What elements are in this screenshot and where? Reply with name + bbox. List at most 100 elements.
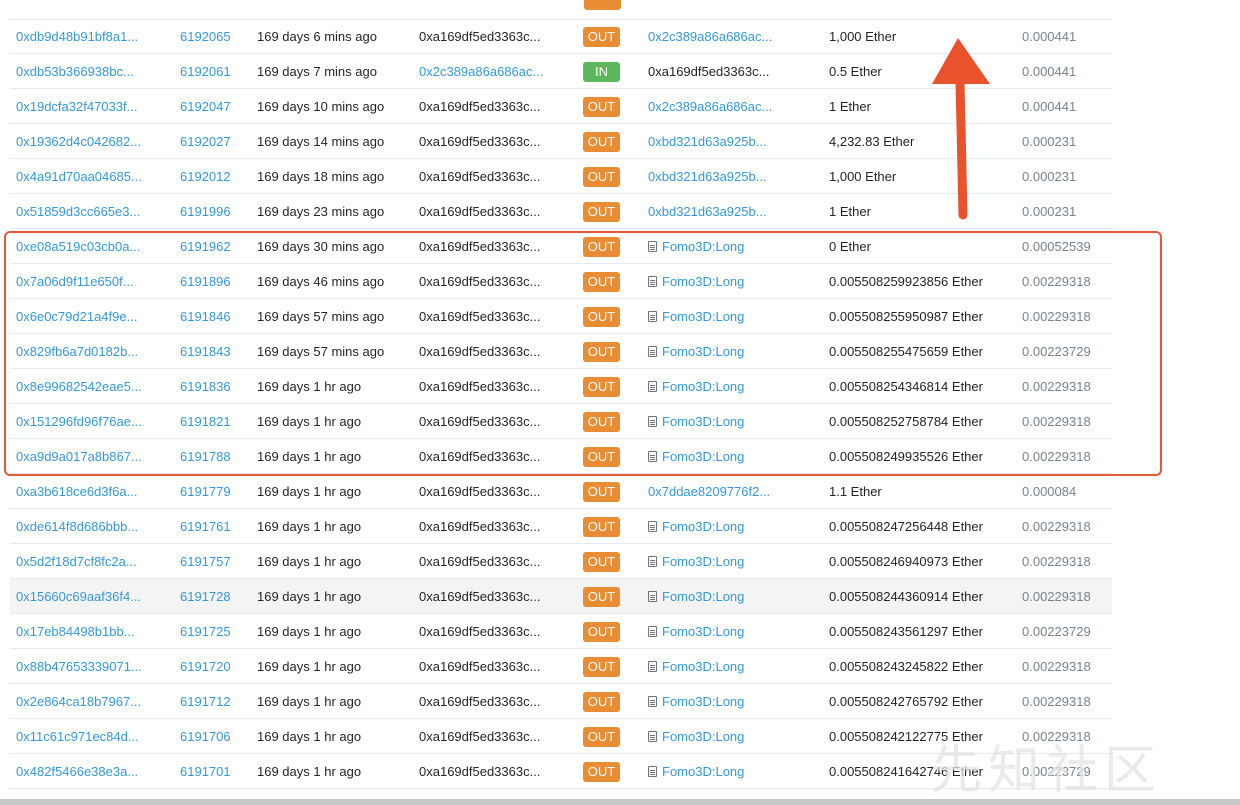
block-number-link[interactable]: 6191836 [180,369,240,404]
to-address[interactable]: Fomo3D:Long [648,299,818,334]
to-address[interactable]: Fomo3D:Long [648,229,818,264]
table-row: 0x7a06d9f11e650f... 6191896 169 days 46 … [10,264,1112,299]
txn-hash-link[interactable]: 0x482f5466e38e3a... [16,754,146,789]
txn-hash-link[interactable]: 0x4a91d70aa04685... [16,159,146,194]
block-number-link[interactable]: 6192065 [180,19,240,54]
txn-hash-link[interactable]: 0x6e0c79d21a4f9e... [16,299,146,334]
from-address[interactable]: 0xa169df5ed3363c... [419,754,549,789]
from-address[interactable]: 0x2c389a86a686ac... [419,54,549,89]
block-number-link[interactable]: 6191779 [180,474,240,509]
block-number-link[interactable]: 6191712 [180,684,240,719]
block-number-link[interactable]: 6191725 [180,614,240,649]
to-address[interactable]: 0xbd321d63a925b... [648,159,818,194]
to-address[interactable]: Fomo3D:Long [648,544,818,579]
from-address[interactable]: 0xa169df5ed3363c... [419,404,549,439]
to-address[interactable]: Fomo3D:Long [648,579,818,614]
txn-hash-link[interactable]: 0x2e864ca18b7967... [16,684,146,719]
txn-hash-link[interactable]: 0xdb9d48b91bf8a1... [16,19,146,54]
txn-hash-link[interactable]: 0x7a06d9f11e650f... [16,264,146,299]
block-number-link[interactable]: 6192027 [180,124,240,159]
from-address[interactable]: 0xa169df5ed3363c... [419,614,549,649]
block-number-link[interactable]: 6191962 [180,229,240,264]
txn-hash-link[interactable]: 0x5d2f18d7cf8fc2a... [16,544,146,579]
from-address[interactable]: 0xa169df5ed3363c... [419,544,549,579]
to-address[interactable]: Fomo3D:Long [648,614,818,649]
block-number-link[interactable]: 6191846 [180,299,240,334]
txn-hash-link[interactable]: 0xde614f8d686bbb... [16,509,146,544]
block-number-link[interactable]: 6191757 [180,544,240,579]
from-address[interactable]: 0xa169df5ed3363c... [419,684,549,719]
from-address[interactable]: 0xa169df5ed3363c... [419,334,549,369]
txn-hash-link[interactable]: 0x51859d3cc665e3... [16,194,146,229]
block-number-link[interactable]: 6191843 [180,334,240,369]
document-icon [648,731,657,742]
txn-value: 0.005508246940973 Ether [829,554,983,569]
txn-hash-link[interactable]: 0x88b47653339071... [16,649,146,684]
from-address[interactable]: 0xa169df5ed3363c... [419,194,549,229]
block-number-link[interactable]: 6191720 [180,649,240,684]
block-number-link[interactable]: 6192061 [180,54,240,89]
from-address[interactable]: 0xa169df5ed3363c... [419,89,549,124]
txn-hash-link[interactable]: 0x15660c69aaf36f4... [16,579,146,614]
up-arrow-icon [932,38,990,220]
txn-hash-link[interactable]: 0x829fb6a7d0182b... [16,334,146,369]
txn-age: 169 days 10 mins ago [257,99,385,114]
from-address[interactable]: 0xa169df5ed3363c... [419,299,549,334]
block-number-link[interactable]: 6192047 [180,89,240,124]
from-address[interactable]: 0xa169df5ed3363c... [419,19,549,54]
txn-hash-link[interactable]: 0xe08a519c03cb0a... [16,229,146,264]
horizontal-scrollbar[interactable] [0,799,1240,805]
to-address[interactable]: 0x7ddae8209776f2... [648,474,818,509]
to-address-label: Fomo3D:Long [662,659,745,674]
to-address-label: Fomo3D:Long [662,764,745,779]
block-number-link[interactable]: 6191996 [180,194,240,229]
to-address[interactable]: 0x2c389a86a686ac... [648,19,818,54]
block-number-link[interactable]: 6191821 [180,404,240,439]
txn-hash-link[interactable]: 0xa9d9a017a8b867... [16,439,146,474]
block-number-link[interactable]: 6191761 [180,509,240,544]
to-address[interactable]: 0xbd321d63a925b... [648,124,818,159]
direction-cell: OUT [583,229,623,264]
to-address[interactable]: 0xa169df5ed3363c... [648,54,818,89]
from-address[interactable]: 0xa169df5ed3363c... [419,509,549,544]
to-address[interactable]: Fomo3D:Long [648,264,818,299]
to-address-label: Fomo3D:Long [662,554,745,569]
block-number-link[interactable]: 6192012 [180,159,240,194]
block-number-link[interactable]: 6191706 [180,719,240,754]
txn-hash-link[interactable]: 0x11c61c971ec84d... [16,719,146,754]
txn-hash-link[interactable]: 0x19dcfa32f47033f... [16,89,146,124]
from-address[interactable]: 0xa169df5ed3363c... [419,579,549,614]
to-address[interactable]: Fomo3D:Long [648,684,818,719]
block-number-link[interactable]: 6191788 [180,439,240,474]
to-address[interactable]: Fomo3D:Long [648,649,818,684]
from-address[interactable]: 0xa169df5ed3363c... [419,264,549,299]
to-address[interactable]: Fomo3D:Long [648,439,818,474]
from-address[interactable]: 0xa169df5ed3363c... [419,649,549,684]
txn-hash-link[interactable]: 0x17eb84498b1bb... [16,614,146,649]
txn-hash-link[interactable]: 0x8e99682542eae5... [16,369,146,404]
from-address[interactable]: 0xa169df5ed3363c... [419,124,549,159]
txn-hash-link[interactable]: 0x151296fd96f76ae... [16,404,146,439]
from-address[interactable]: 0xa169df5ed3363c... [419,439,549,474]
from-address[interactable]: 0xa169df5ed3363c... [419,719,549,754]
to-address[interactable]: Fomo3D:Long [648,369,818,404]
block-number-link[interactable]: 6191896 [180,264,240,299]
txn-hash-link[interactable]: 0x19362d4c042682... [16,124,146,159]
to-address[interactable]: Fomo3D:Long [648,719,818,754]
txn-fee: 0.00229318 [1022,309,1091,324]
to-address[interactable]: Fomo3D:Long [648,404,818,439]
from-address[interactable]: 0xa169df5ed3363c... [419,369,549,404]
from-address[interactable]: 0xa169df5ed3363c... [419,474,549,509]
txn-fee: 0.00229318 [1022,694,1091,709]
block-number-link[interactable]: 6191701 [180,754,240,789]
to-address[interactable]: 0xbd321d63a925b... [648,194,818,229]
to-address[interactable]: 0x2c389a86a686ac... [648,89,818,124]
txn-hash-link[interactable]: 0xdb53b366938bc... [16,54,146,89]
to-address[interactable]: Fomo3D:Long [648,334,818,369]
to-address[interactable]: Fomo3D:Long [648,509,818,544]
block-number-link[interactable]: 6191728 [180,579,240,614]
from-address[interactable]: 0xa169df5ed3363c... [419,159,549,194]
to-address[interactable]: Fomo3D:Long [648,754,818,789]
from-address[interactable]: 0xa169df5ed3363c... [419,229,549,264]
txn-hash-link[interactable]: 0xa3b618ce6d3f6a... [16,474,146,509]
